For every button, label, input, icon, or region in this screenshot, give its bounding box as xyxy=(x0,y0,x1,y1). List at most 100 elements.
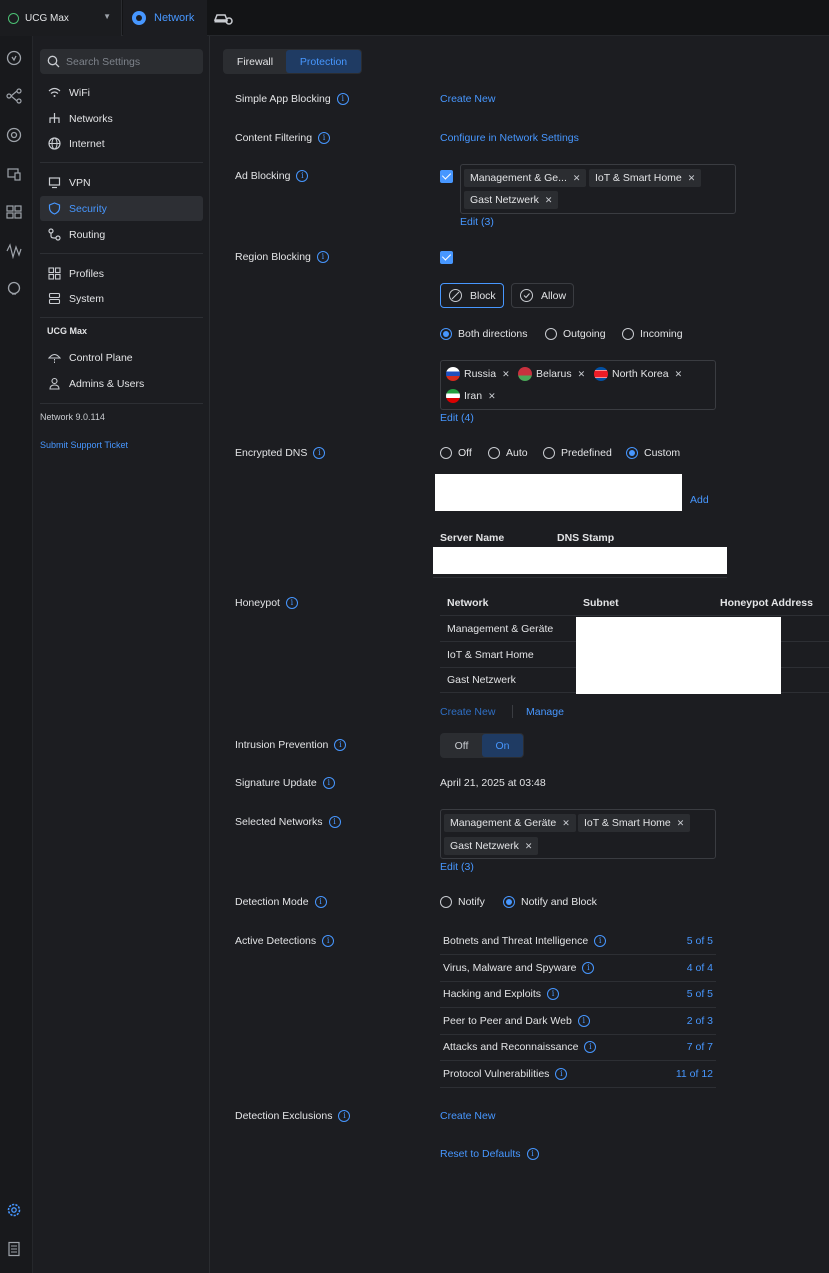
detection-exclusions-create-link[interactable]: Create New xyxy=(440,1110,495,1122)
remove-tag-icon[interactable]: ✕ xyxy=(562,818,570,829)
region-blocking-edit-link[interactable]: Edit (4) xyxy=(440,412,474,424)
detection-count[interactable]: 2 of 3 xyxy=(687,1015,713,1027)
detection-row[interactable]: Hacking and Exploits i 5 of 5 xyxy=(440,981,716,1008)
detection-count[interactable]: 5 of 5 xyxy=(687,935,713,947)
sidebar-item-vpn[interactable]: VPN xyxy=(40,170,203,195)
info-icon[interactable]: i xyxy=(328,816,341,828)
dns-server-input[interactable] xyxy=(435,474,682,511)
info-icon[interactable]: i xyxy=(547,988,560,1000)
network-tag: Gast Netzwerk ✕ xyxy=(444,837,539,855)
reset-defaults-link[interactable]: Reset to Defaults i xyxy=(440,1148,539,1160)
direction-incoming-radio[interactable]: Incoming xyxy=(622,328,683,340)
detection-count[interactable]: 5 of 5 xyxy=(687,988,713,1000)
honeypot-manage-link[interactable]: Manage xyxy=(526,706,564,718)
network-app-tab[interactable]: Network xyxy=(123,0,207,36)
info-icon[interactable]: i xyxy=(594,935,607,947)
dns-custom-radio[interactable]: Custom xyxy=(626,447,680,459)
topology-icon[interactable] xyxy=(6,88,22,104)
selected-networks-edit-link[interactable]: Edit (3) xyxy=(440,861,474,873)
detection-row[interactable]: Attacks and Reconnaissance i 7 of 7 xyxy=(440,1034,716,1061)
country-select[interactable]: Russia ✕ Belarus ✕ North Korea ✕ Iran ✕ xyxy=(440,360,716,410)
dns-add-link[interactable]: Add xyxy=(690,494,709,506)
direction-both-radio[interactable]: Both directions xyxy=(440,328,527,340)
devices-icon[interactable] xyxy=(6,127,22,143)
info-icon[interactable]: i xyxy=(316,251,329,263)
info-icon[interactable]: i xyxy=(526,1148,539,1160)
info-icon[interactable]: i xyxy=(336,93,349,105)
simple-app-blocking-create-link[interactable]: Create New xyxy=(440,93,495,105)
info-icon[interactable]: i xyxy=(577,1015,590,1027)
sidebar-item-wifi[interactable]: WiFi xyxy=(40,80,203,105)
block-button[interactable]: Block xyxy=(440,283,504,308)
dns-auto-radio[interactable]: Auto xyxy=(488,447,528,459)
sidebar-item-security[interactable]: Security xyxy=(40,196,203,221)
ad-blocking-checkbox[interactable] xyxy=(440,170,453,183)
site-selector[interactable]: UCG Max ▼ xyxy=(0,0,122,36)
detection-row[interactable]: Virus, Malware and Spyware i 4 of 4 xyxy=(440,955,716,982)
detection-count[interactable]: 4 of 4 xyxy=(687,962,713,974)
sidebar-item-control-plane[interactable]: Control Plane xyxy=(40,345,203,370)
remove-tag-icon[interactable]: ✕ xyxy=(488,391,496,402)
logs-icon[interactable] xyxy=(6,1241,22,1257)
remove-tag-icon[interactable]: ✕ xyxy=(578,369,586,380)
info-icon[interactable]: i xyxy=(322,935,335,947)
honeypot-create-new-link[interactable]: Create New xyxy=(440,706,495,718)
statistics-icon[interactable] xyxy=(6,243,22,259)
support-ticket-link[interactable]: Submit Support Ticket xyxy=(40,440,128,450)
sidebar-item-system[interactable]: System xyxy=(40,286,203,311)
dns-off-radio[interactable]: Off xyxy=(440,447,472,459)
info-icon[interactable]: i xyxy=(322,777,335,789)
settings-gear-icon[interactable] xyxy=(6,1202,22,1218)
insights-icon[interactable] xyxy=(6,281,22,297)
search-icon xyxy=(47,55,60,68)
sidebar-item-profiles[interactable]: Profiles xyxy=(40,261,203,286)
remove-tag-icon[interactable]: ✕ xyxy=(688,173,696,184)
ips-off-option[interactable]: Off xyxy=(441,734,482,757)
detection-name: Protocol Vulnerabilities xyxy=(443,1068,550,1080)
notify-and-block-radio[interactable]: Notify and Block xyxy=(503,896,597,908)
detection-count[interactable]: 7 of 7 xyxy=(687,1041,713,1053)
sidebar-item-internet[interactable]: Internet xyxy=(40,131,203,156)
detection-row[interactable]: Peer to Peer and Dark Web i 2 of 3 xyxy=(440,1008,716,1035)
dashboard-icon[interactable] xyxy=(6,50,22,66)
detection-count[interactable]: 11 of 12 xyxy=(676,1068,713,1080)
north-korea-flag-icon xyxy=(594,367,608,381)
notify-radio[interactable]: Notify xyxy=(440,896,485,908)
direction-outgoing-radio[interactable]: Outgoing xyxy=(545,328,606,340)
ports-icon[interactable] xyxy=(6,204,22,220)
tab-protection[interactable]: Protection xyxy=(286,50,361,73)
remove-tag-icon[interactable]: ✕ xyxy=(573,173,581,184)
remove-tag-icon[interactable]: ✕ xyxy=(677,818,685,829)
search-input[interactable]: Search Settings xyxy=(40,49,203,74)
detection-row[interactable]: Protocol Vulnerabilities i 11 of 12 xyxy=(440,1061,716,1088)
ad-blocking-network-select[interactable]: Management & Ge... ✕ IoT & Smart Home ✕ Ga… xyxy=(460,164,736,214)
remove-tag-icon[interactable]: ✕ xyxy=(502,369,510,380)
ips-on-option[interactable]: On xyxy=(482,734,523,757)
selected-networks-select[interactable]: Management & Geräte ✕ IoT & Smart Home ✕ G… xyxy=(440,809,716,859)
remove-tag-icon[interactable]: ✕ xyxy=(545,195,553,206)
sidebar-item-admins[interactable]: Admins & Users xyxy=(40,371,203,396)
clients-icon[interactable] xyxy=(6,166,22,182)
tab-firewall[interactable]: Firewall xyxy=(224,50,286,73)
info-icon[interactable]: i xyxy=(313,447,326,459)
info-icon[interactable]: i xyxy=(338,1110,351,1122)
info-icon[interactable]: i xyxy=(296,170,309,182)
info-icon[interactable]: i xyxy=(555,1068,568,1080)
remove-tag-icon[interactable]: ✕ xyxy=(675,369,683,380)
info-icon[interactable]: i xyxy=(285,597,298,609)
sidebar-item-routing[interactable]: Routing xyxy=(40,222,203,247)
info-icon[interactable]: i xyxy=(334,739,347,751)
detection-row[interactable]: Botnets and Threat Intelligence i 5 of 5 xyxy=(440,928,716,955)
region-blocking-checkbox[interactable] xyxy=(440,251,453,264)
remove-tag-icon[interactable]: ✕ xyxy=(525,841,533,852)
car-gear-icon[interactable] xyxy=(213,10,233,26)
info-icon[interactable]: i xyxy=(318,132,331,144)
info-icon[interactable]: i xyxy=(584,1041,597,1053)
info-icon[interactable]: i xyxy=(582,962,595,974)
content-filtering-configure-link[interactable]: Configure in Network Settings xyxy=(440,132,579,144)
info-icon[interactable]: i xyxy=(314,896,327,908)
dns-predefined-radio[interactable]: Predefined xyxy=(543,447,612,459)
sidebar-item-networks[interactable]: Networks xyxy=(40,106,203,131)
ad-blocking-edit-link[interactable]: Edit (3) xyxy=(460,216,494,228)
allow-button[interactable]: Allow xyxy=(511,283,574,308)
